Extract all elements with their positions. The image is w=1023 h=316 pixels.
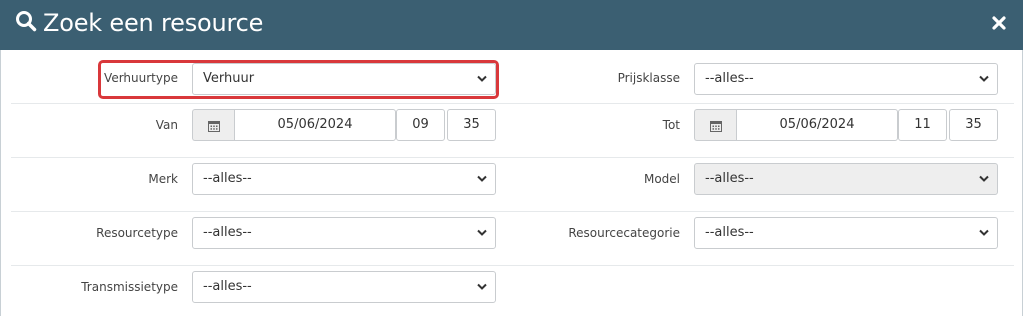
resourcecategorie-select[interactable]: --alles-- xyxy=(694,217,998,249)
model-label: Model xyxy=(643,172,680,186)
chevron-down-icon xyxy=(477,229,487,236)
resourcetype-label: Resourcetype xyxy=(96,226,178,240)
resourcetype-value: --alles-- xyxy=(203,225,252,240)
chevron-down-icon xyxy=(979,75,989,82)
van-date-input[interactable]: 05/06/2024 xyxy=(234,109,396,141)
tot-minute-input[interactable]: 35 xyxy=(949,109,998,141)
close-icon[interactable] xyxy=(990,13,1008,33)
chevron-down-icon xyxy=(477,175,487,182)
chevron-down-icon xyxy=(477,283,487,290)
prijsklasse-select[interactable]: --alles-- xyxy=(694,63,998,95)
tot-datepicker: 05/06/2024 xyxy=(694,109,898,141)
calendar-icon[interactable] xyxy=(694,109,736,141)
prijsklasse-label: Prijsklasse xyxy=(617,71,680,85)
tot-label: Tot xyxy=(662,118,680,132)
transmissietype-label: Transmissietype xyxy=(81,280,178,294)
resourcecategorie-label: Resourcecategorie xyxy=(568,226,680,240)
resourcetype-select[interactable]: --alles-- xyxy=(192,217,496,249)
model-value: --alles-- xyxy=(705,171,754,186)
chevron-down-icon xyxy=(979,229,989,236)
merk-select[interactable]: --alles-- xyxy=(192,163,496,195)
van-minute-input[interactable]: 35 xyxy=(447,109,496,141)
van-label: Van xyxy=(155,118,178,132)
dialog-title: Zoek een resource xyxy=(43,9,264,37)
transmissietype-value: --alles-- xyxy=(203,279,252,294)
van-hour-input[interactable]: 09 xyxy=(396,109,445,141)
tot-date-input[interactable]: 05/06/2024 xyxy=(736,109,898,141)
dialog-title-wrap: Zoek een resource xyxy=(15,9,263,37)
prijsklasse-value: --alles-- xyxy=(705,71,754,86)
van-datepicker: 05/06/2024 xyxy=(192,109,396,141)
dialog-header: Zoek een resource xyxy=(0,0,1023,50)
chevron-down-icon xyxy=(979,175,989,182)
merk-value: --alles-- xyxy=(203,171,252,186)
calendar-icon[interactable] xyxy=(192,109,234,141)
model-select: --alles-- xyxy=(694,163,998,195)
resourcecategorie-value: --alles-- xyxy=(705,225,754,240)
merk-label: Merk xyxy=(148,172,178,186)
tot-hour-input[interactable]: 11 xyxy=(898,109,947,141)
search-icon xyxy=(15,10,37,36)
transmissietype-select[interactable]: --alles-- xyxy=(192,271,496,303)
verhuurtype-highlight xyxy=(98,60,499,99)
